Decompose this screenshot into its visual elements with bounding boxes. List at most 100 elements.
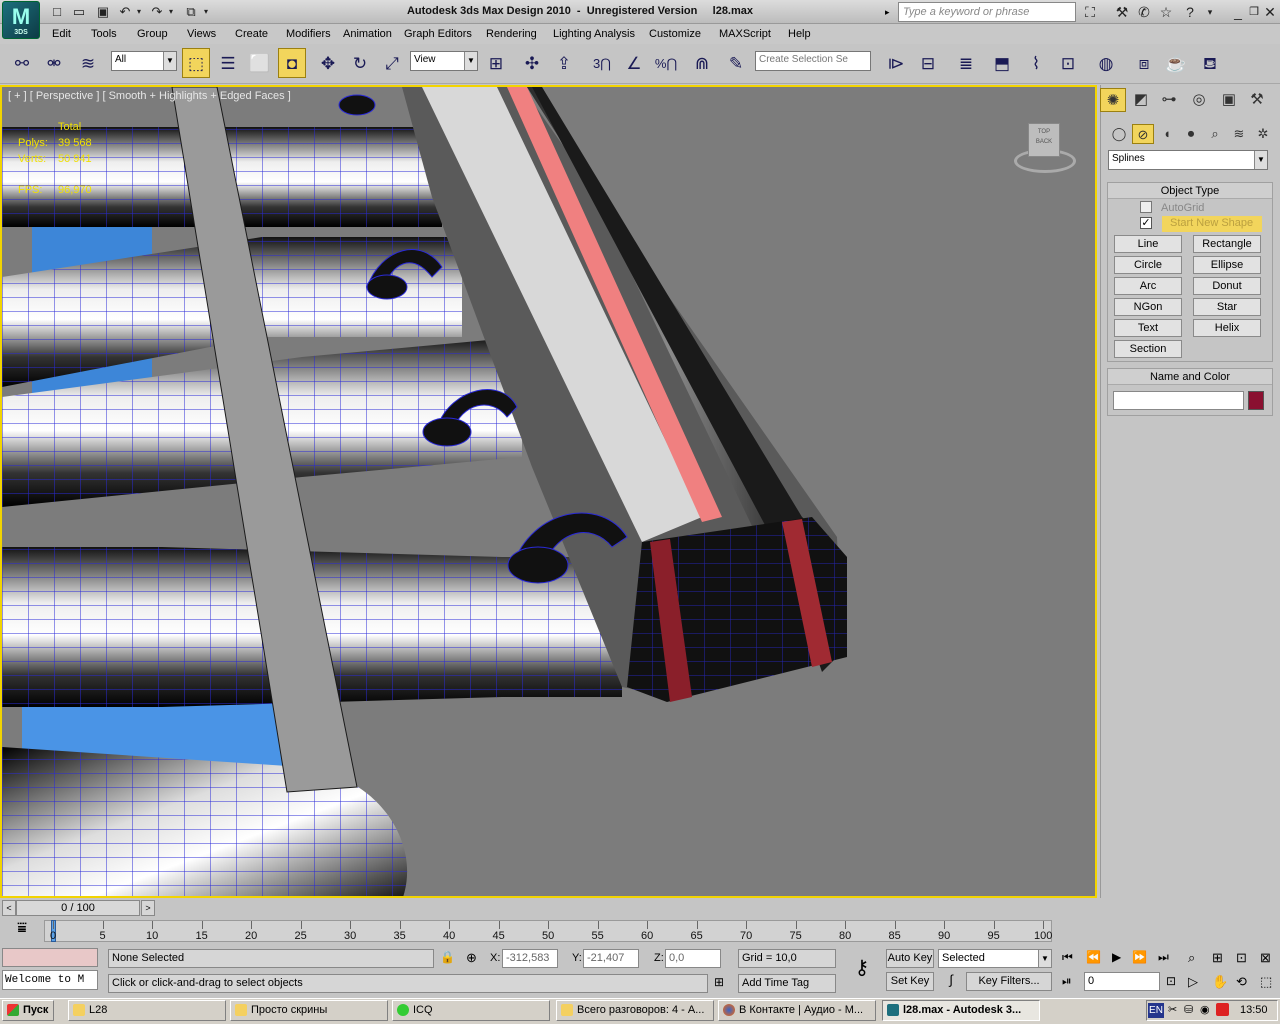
add-time-tag-button[interactable]: Add Time Tag <box>738 974 836 993</box>
edit-named-selection-icon[interactable]: ✎ <box>722 48 750 78</box>
tray-antivirus-icon[interactable] <box>1216 1003 1229 1016</box>
auto-key-button[interactable]: Auto Key <box>886 949 934 968</box>
spinner-snap-icon[interactable]: ⋒ <box>688 48 716 78</box>
helpers-icon[interactable]: ⌕ <box>1204 124 1226 144</box>
menu-views[interactable]: Views <box>187 28 216 40</box>
quick-access-dropdown-icon[interactable]: ▾ <box>200 3 212 20</box>
autogrid-checkbox[interactable] <box>1140 201 1152 213</box>
name-and-color-title[interactable]: Name and Color <box>1108 369 1272 385</box>
keyboard-shortcut-override-icon[interactable]: ⇪ <box>550 48 578 78</box>
menu-maxscript[interactable]: MAXScript <box>719 28 771 40</box>
curve-editor-icon[interactable]: ⌇ <box>1022 48 1050 78</box>
graphite-modeling-icon[interactable]: ⬒ <box>988 48 1016 78</box>
time-slider[interactable]: 0 / 100 <box>16 900 140 916</box>
viewcube[interactable]: TOP BACK <box>1010 119 1078 179</box>
utilities-tab-icon[interactable]: ⚒ <box>1244 88 1270 112</box>
star-button[interactable]: Star <box>1193 298 1261 316</box>
lights-icon[interactable]: ◖ <box>1156 124 1178 144</box>
undo-icon[interactable]: ↶ <box>116 3 134 20</box>
start-new-shape-button[interactable]: Start New Shape <box>1162 216 1262 232</box>
redo-icon[interactable]: ↷ <box>148 3 166 20</box>
field-of-view-icon[interactable]: ▷ <box>1188 974 1198 990</box>
y-coordinate-input[interactable]: -21,407 <box>583 949 639 968</box>
category-dropdown[interactable]: Splines ▼ <box>1108 150 1268 170</box>
task-screens-folder[interactable]: Просто скрины <box>230 1000 388 1021</box>
next-frame-icon[interactable]: ⏩ <box>1132 950 1147 964</box>
menu-animation[interactable]: Animation <box>343 28 392 40</box>
select-and-scale-icon[interactable]: ⤢ <box>378 48 406 78</box>
pan-view-icon[interactable]: ✋ <box>1212 974 1228 990</box>
timeslider-next-icon[interactable]: > <box>141 900 155 916</box>
pivot-center-icon[interactable]: ⊞ <box>482 48 510 78</box>
current-frame-input[interactable]: 0 <box>1084 972 1160 991</box>
mirror-icon[interactable]: ⧐ <box>882 48 910 78</box>
donut-button[interactable]: Donut <box>1193 277 1261 295</box>
menu-create[interactable]: Create <box>235 28 268 40</box>
select-object-icon[interactable]: ⬚ <box>182 48 210 78</box>
zoom-all-icon[interactable]: ⊞ <box>1212 950 1223 966</box>
angle-snap-icon[interactable]: ∠ <box>620 48 648 78</box>
circle-button[interactable]: Circle <box>1114 256 1182 274</box>
geometry-icon[interactable]: ◯ <box>1108 124 1130 144</box>
window-crossing-icon[interactable]: ◘ <box>278 48 306 78</box>
set-key-button[interactable]: Set Key <box>886 972 934 991</box>
quick-render-icon[interactable]: ⛾ <box>1196 48 1224 78</box>
start-button[interactable]: Пуск <box>2 1000 54 1021</box>
tray-network-icon[interactable]: ⛁ <box>1184 1003 1193 1016</box>
key-tangent-icon[interactable]: ∫ <box>940 972 962 991</box>
redo-dropdown-icon[interactable]: ▾ <box>166 3 176 20</box>
menu-edit[interactable]: Edit <box>52 28 71 40</box>
rendered-frame-window-icon[interactable]: ☕ <box>1162 48 1190 78</box>
viewport-label[interactable]: [ + ] [ Perspective ] [ Smooth + Highlig… <box>8 90 291 102</box>
select-by-name-icon[interactable]: ☰ <box>214 48 242 78</box>
line-button[interactable]: Line <box>1114 235 1182 253</box>
x-coordinate-input[interactable]: -312,583 <box>502 949 558 968</box>
new-file-icon[interactable]: □ <box>48 3 66 20</box>
set-key-icon[interactable]: ⚷ <box>846 955 878 981</box>
orbit-icon[interactable]: ⟲ <box>1236 974 1247 990</box>
project-folder-icon[interactable]: ⧉ <box>182 3 200 20</box>
material-editor-icon[interactable]: ◍ <box>1092 48 1120 78</box>
percent-snap-icon[interactable]: %⋂ <box>652 48 680 78</box>
communication-center-icon[interactable]: ✆ <box>1134 3 1154 21</box>
maxscript-mini-listener[interactable]: Welcome to M <box>2 970 98 990</box>
time-tag-icon[interactable]: ⊞ <box>714 975 724 989</box>
arc-button[interactable]: Arc <box>1114 277 1182 295</box>
tray-volume-icon[interactable]: ✂ <box>1168 1003 1177 1016</box>
snaps-toggle-icon[interactable]: 3⋂ <box>588 48 616 78</box>
menu-modifiers[interactable]: Modifiers <box>286 28 331 40</box>
layer-manager-icon[interactable]: ≣ <box>952 48 980 78</box>
save-icon[interactable]: ▣ <box>94 3 112 20</box>
go-to-end-icon[interactable]: ⏭ <box>1158 950 1169 965</box>
time-config-icon[interactable]: ⊡ <box>1166 974 1176 988</box>
open-file-icon[interactable]: ▭ <box>70 3 88 20</box>
motion-tab-icon[interactable]: ◎ <box>1186 88 1212 112</box>
cameras-icon[interactable]: ⏺ <box>1180 124 1202 144</box>
unlink-selection-icon[interactable]: ⚮ <box>40 48 68 78</box>
close-icon[interactable]: ✕ <box>1260 3 1280 21</box>
shapes-icon[interactable]: ⊘ <box>1132 124 1154 144</box>
zoom-icon[interactable]: ⌕ <box>1188 950 1195 966</box>
key-mode-dropdown[interactable]: Selected ▼ <box>938 949 1052 968</box>
app-logo-button[interactable]: M 3DS <box>2 1 40 39</box>
favorites-star-icon[interactable]: ☆ <box>1156 3 1176 21</box>
menu-graph-editors[interactable]: Graph Editors <box>404 28 472 40</box>
task-firefox-vkontakte[interactable]: В Контакте | Аудио - М... <box>718 1000 876 1021</box>
absolute-mode-icon[interactable]: ⊕ <box>466 950 477 966</box>
zoom-extents-icon[interactable]: ⊡ <box>1236 950 1247 966</box>
menu-customize[interactable]: Customize <box>649 28 701 40</box>
ngon-button[interactable]: NGon <box>1114 298 1182 316</box>
maxscript-listener-output[interactable] <box>2 948 98 967</box>
text-button[interactable]: Text <box>1114 319 1182 337</box>
object-name-input[interactable] <box>1113 391 1244 410</box>
named-selection-sets-input[interactable]: Create Selection Se <box>755 51 871 71</box>
go-to-start-icon[interactable]: ⏮ <box>1062 950 1073 965</box>
display-tab-icon[interactable]: ▣ <box>1216 88 1242 112</box>
z-coordinate-input[interactable]: 0,0 <box>665 949 721 968</box>
binoculars-icon[interactable]: ⛶ <box>1080 3 1100 21</box>
maximize-viewport-icon[interactable]: ⬚ <box>1260 974 1272 990</box>
hierarchy-tab-icon[interactable]: ⊶ <box>1156 88 1182 112</box>
tray-app-icon[interactable]: ◉ <box>1200 1003 1210 1016</box>
search-expand-icon[interactable]: ▸ <box>885 3 897 22</box>
rectangle-button[interactable]: Rectangle <box>1193 235 1261 253</box>
